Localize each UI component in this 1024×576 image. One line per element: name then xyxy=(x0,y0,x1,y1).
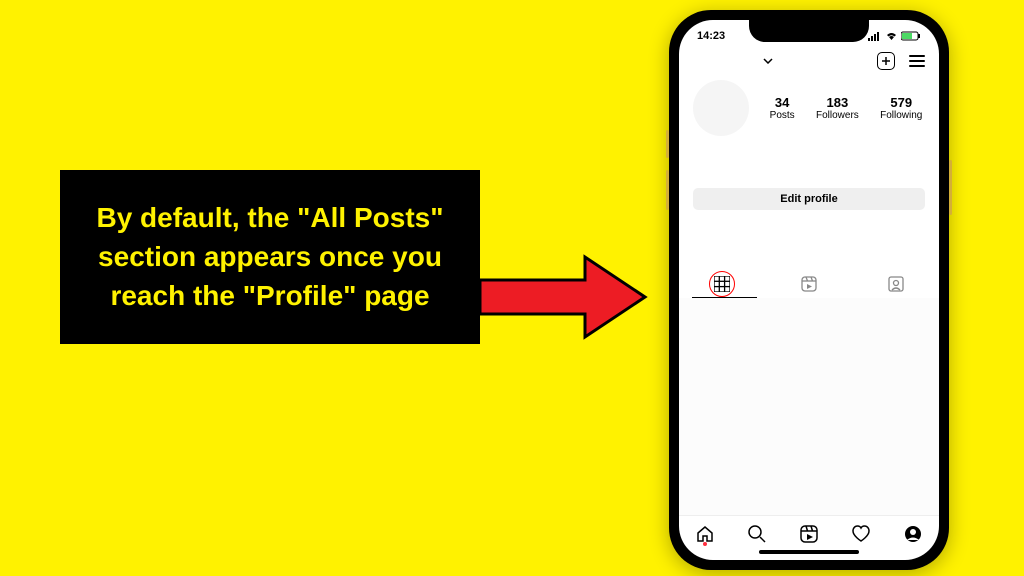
following-stat[interactable]: 579 Following xyxy=(880,95,922,121)
phone-mockup: 14:23 xyxy=(669,10,949,570)
plus-icon xyxy=(881,56,891,66)
reels-tab[interactable] xyxy=(766,276,852,298)
stat-count: 183 xyxy=(816,95,859,110)
header-actions xyxy=(877,52,925,70)
status-time: 14:23 xyxy=(697,30,725,42)
stat-count: 579 xyxy=(880,95,922,110)
profile-header xyxy=(679,48,939,78)
content-tabs xyxy=(679,268,939,298)
avatar[interactable] xyxy=(693,80,749,136)
status-indicators xyxy=(868,31,921,41)
phone-side-button xyxy=(666,170,669,210)
posts-grid xyxy=(679,298,939,515)
phone-screen: 14:23 xyxy=(679,20,939,560)
pointer-arrow xyxy=(475,252,650,342)
chevron-down-icon xyxy=(763,58,773,64)
stat-label: Following xyxy=(880,110,922,121)
reels-nav-icon xyxy=(799,524,819,544)
edit-profile-label: Edit profile xyxy=(780,193,837,205)
profile-icon xyxy=(903,524,923,544)
followers-stat[interactable]: 183 Followers xyxy=(816,95,859,121)
phone-side-button xyxy=(666,130,669,158)
stats-container: 34 Posts 183 Followers 579 Following xyxy=(767,95,925,121)
create-button[interactable] xyxy=(877,52,895,70)
menu-button[interactable] xyxy=(909,55,925,67)
tagged-tab[interactable] xyxy=(853,276,939,298)
signal-icon xyxy=(868,31,882,41)
home-indicator xyxy=(759,550,859,554)
home-icon xyxy=(695,524,715,544)
instruction-caption: By default, the "All Posts" section appe… xyxy=(60,170,480,344)
story-highlights-area xyxy=(679,218,939,268)
reels-icon xyxy=(801,276,817,292)
profile-nav[interactable] xyxy=(903,524,923,544)
bio-section xyxy=(679,144,939,180)
reels-nav[interactable] xyxy=(799,524,819,544)
tagged-icon xyxy=(888,276,904,292)
active-tab-indicator xyxy=(692,297,757,298)
profile-info-row: 34 Posts 183 Followers 579 Following xyxy=(679,78,939,144)
phone-power-button xyxy=(949,160,952,215)
wifi-icon xyxy=(885,31,898,41)
username-text xyxy=(693,53,759,69)
activity-nav[interactable] xyxy=(851,524,871,544)
stat-count: 34 xyxy=(770,95,795,110)
notification-dot xyxy=(703,542,707,546)
bottom-navigation xyxy=(679,515,939,548)
battery-icon xyxy=(901,31,921,41)
caption-text: By default, the "All Posts" section appe… xyxy=(80,198,460,316)
stat-label: Followers xyxy=(816,110,859,121)
highlight-circle xyxy=(709,271,735,297)
posts-stat[interactable]: 34 Posts xyxy=(770,95,795,121)
heart-icon xyxy=(851,524,871,544)
search-icon xyxy=(747,524,767,544)
username-dropdown[interactable] xyxy=(693,53,773,69)
search-nav[interactable] xyxy=(747,524,767,544)
edit-profile-button[interactable]: Edit profile xyxy=(693,188,925,210)
stat-label: Posts xyxy=(770,110,795,121)
phone-notch xyxy=(749,20,869,42)
grid-tab[interactable] xyxy=(679,276,765,298)
home-nav[interactable] xyxy=(695,524,715,544)
